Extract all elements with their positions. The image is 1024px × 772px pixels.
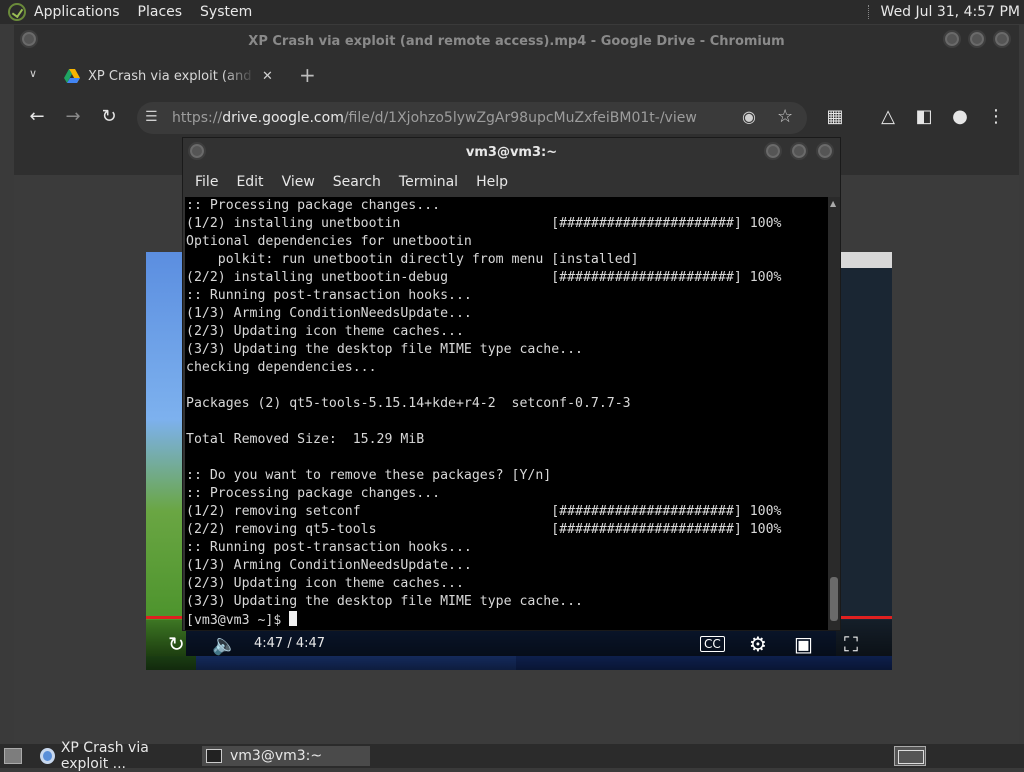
video-frame-right-panel — [836, 252, 892, 670]
scroll-up-icon[interactable]: ▲ — [830, 199, 836, 208]
terminal-line: (1/3) Arming ConditionNeedsUpdate... — [186, 558, 472, 573]
profile-avatar-icon[interactable]: ● — [948, 105, 972, 129]
terminal-icon — [206, 749, 222, 763]
side-panel-icon[interactable]: ◧ — [912, 105, 936, 129]
terminal-window: vm3@vm3:~ File Edit View Search Terminal… — [182, 137, 841, 631]
tab-title: XP Crash via exploit (and remote access)… — [88, 68, 256, 84]
url-domain: drive.google.com — [222, 110, 344, 126]
terminal-prompt: [vm3@vm3 ~]$ — [186, 613, 290, 628]
google-drive-icon — [64, 69, 80, 83]
labs-flask-icon[interactable]: △ — [876, 105, 900, 129]
terminal-line: (1/2) installing unetbootin [###########… — [186, 216, 782, 231]
terminal-line: (2/2) removing qt5-tools [##############… — [186, 522, 782, 537]
menu-kebab-icon[interactable]: ⋮ — [984, 105, 1008, 129]
terminal-line: (2/2) installing unetbootin-debug [#####… — [186, 270, 782, 285]
url-text[interactable]: https://drive.google.com/file/d/1Xjohzo5… — [172, 110, 697, 126]
terminal-menu-view[interactable]: View — [282, 174, 315, 190]
show-desktop-icon[interactable] — [4, 748, 22, 764]
browser-toolbar: ← → ↻ ☰ https://drive.google.com/file/d/… — [14, 99, 1019, 137]
terminal-line: Total Removed Size: 15.29 MiB — [186, 432, 425, 447]
terminal-output[interactable]: :: Processing package changes...(1/2) in… — [185, 197, 828, 630]
chromium-icon — [40, 748, 55, 764]
terminal-minimize-button[interactable] — [764, 142, 782, 160]
terminal-menu-terminal[interactable]: Terminal — [399, 174, 458, 190]
terminal-close-button[interactable] — [816, 142, 834, 160]
video-frame-titlebar — [836, 252, 892, 268]
taskbar-item-chromium[interactable]: XP Crash via exploit ... — [36, 740, 200, 772]
settings-gear-icon[interactable]: ⚙ — [749, 632, 767, 656]
url-scheme: https:// — [172, 110, 223, 126]
terminal-maximize-button[interactable] — [790, 142, 808, 160]
taskbar-item-label: vm3@vm3:~ — [230, 748, 323, 764]
scrollbar-thumb[interactable] — [830, 577, 838, 621]
extensions-puzzle-icon[interactable]: ▦ — [823, 105, 847, 129]
terminal-line: :: Running post-transaction hooks... — [186, 540, 472, 555]
fullscreen-icon[interactable]: ⛶ — [844, 632, 858, 656]
terminal-line: (2/3) Updating icon theme caches... — [186, 324, 464, 339]
new-tab-icon[interactable]: + — [299, 63, 316, 87]
workspace-switcher[interactable] — [894, 746, 926, 766]
terminal-line: (3/3) Updating the desktop file MIME typ… — [186, 594, 583, 609]
terminal-line: :: Processing package changes... — [186, 486, 441, 501]
terminal-scrollbar[interactable]: ▲ — [828, 197, 840, 630]
terminal-title: vm3@vm3:~ — [465, 144, 558, 160]
bottom-panel: XP Crash via exploit ... vm3@vm3:~ — [0, 740, 1024, 772]
terminal-line: :: Do you want to remove these packages?… — [186, 468, 552, 483]
volume-icon[interactable]: 🔈 — [212, 632, 237, 656]
terminal-line: :: Running post-transaction hooks... — [186, 288, 472, 303]
terminal-line: polkit: run unetbootin directly from men… — [186, 252, 639, 267]
terminal-menu-file[interactable]: File — [195, 174, 218, 190]
close-button[interactable] — [993, 30, 1011, 48]
forward-arrow-icon[interactable]: → — [61, 105, 85, 129]
menu-places[interactable]: Places — [138, 4, 183, 20]
tab-close-icon[interactable]: ✕ — [262, 69, 273, 84]
video-time: 4:47 / 4:47 — [254, 636, 326, 651]
terminal-menu-help[interactable]: Help — [476, 174, 508, 190]
tab-google-drive[interactable]: XP Crash via exploit (and remote access)… — [54, 61, 290, 91]
url-path: /file/d/1Xjohzo5lywZgAr98upcMuZxfeiBM01t… — [343, 110, 697, 126]
panel-separator — [867, 5, 871, 19]
terminal-line: (1/2) removing setconf [################… — [186, 504, 782, 519]
taskbar-item-label: XP Crash via exploit ... — [60, 740, 149, 772]
miniplayer-icon[interactable]: ▣ — [794, 632, 813, 656]
address-bar[interactable]: ☰ https://drive.google.com/file/d/1Xjohz… — [137, 102, 807, 134]
maximize-button[interactable] — [968, 30, 986, 48]
top-panel: Applications Places System Wed Jul 31, 4… — [0, 0, 1024, 24]
video-frame-xp-desktop — [146, 252, 186, 670]
bookmark-star-icon[interactable]: ☆ — [777, 106, 793, 127]
terminal-line: (2/3) Updating icon theme caches... — [186, 576, 464, 591]
reload-icon[interactable]: ↻ — [97, 105, 121, 129]
back-arrow-icon[interactable]: ← — [25, 105, 49, 129]
captions-cc-icon[interactable]: CC — [700, 636, 725, 652]
terminal-lines: :: Processing package changes...(1/2) in… — [185, 197, 828, 630]
terminal-prompt-line: [vm3@vm3 ~]$ — [186, 611, 828, 630]
menu-system[interactable]: System — [200, 4, 252, 20]
terminal-line: (3/3) Updating the desktop file MIME typ… — [186, 342, 583, 357]
terminal-menu-edit[interactable]: Edit — [236, 174, 263, 190]
terminal-line: checking dependencies... — [186, 360, 377, 375]
chevron-down-icon[interactable]: ∨ — [29, 67, 37, 80]
terminal-menu-search[interactable]: Search — [333, 174, 381, 190]
distro-logo-icon[interactable] — [8, 3, 26, 21]
minimize-button[interactable] — [943, 30, 961, 48]
tracking-protection-eye-icon[interactable]: ◉ — [742, 107, 756, 126]
site-info-icon[interactable]: ☰ — [145, 109, 158, 125]
taskbar-item-terminal[interactable]: vm3@vm3:~ — [202, 746, 370, 766]
clock[interactable]: Wed Jul 31, 4:57 PM — [881, 4, 1020, 20]
terminal-line: Optional dependencies for unetbootin — [186, 234, 472, 249]
terminal-line: :: Processing package changes... — [186, 198, 441, 213]
menu-applications[interactable]: Applications — [34, 4, 120, 20]
tab-strip: ∨ XP Crash via exploit (and remote acces… — [14, 59, 1019, 91]
chromium-window-title: XP Crash via exploit (and remote access)… — [248, 33, 785, 49]
terminal-cursor — [289, 611, 298, 626]
terminal-line: Packages (2) qt5-tools-5.15.14+kde+r4-2 … — [186, 396, 631, 411]
terminal-menubar: File Edit View Search Terminal Help — [183, 170, 840, 194]
terminal-line: (1/3) Arming ConditionNeedsUpdate... — [186, 306, 472, 321]
replay-icon[interactable]: ↻ — [168, 632, 185, 656]
